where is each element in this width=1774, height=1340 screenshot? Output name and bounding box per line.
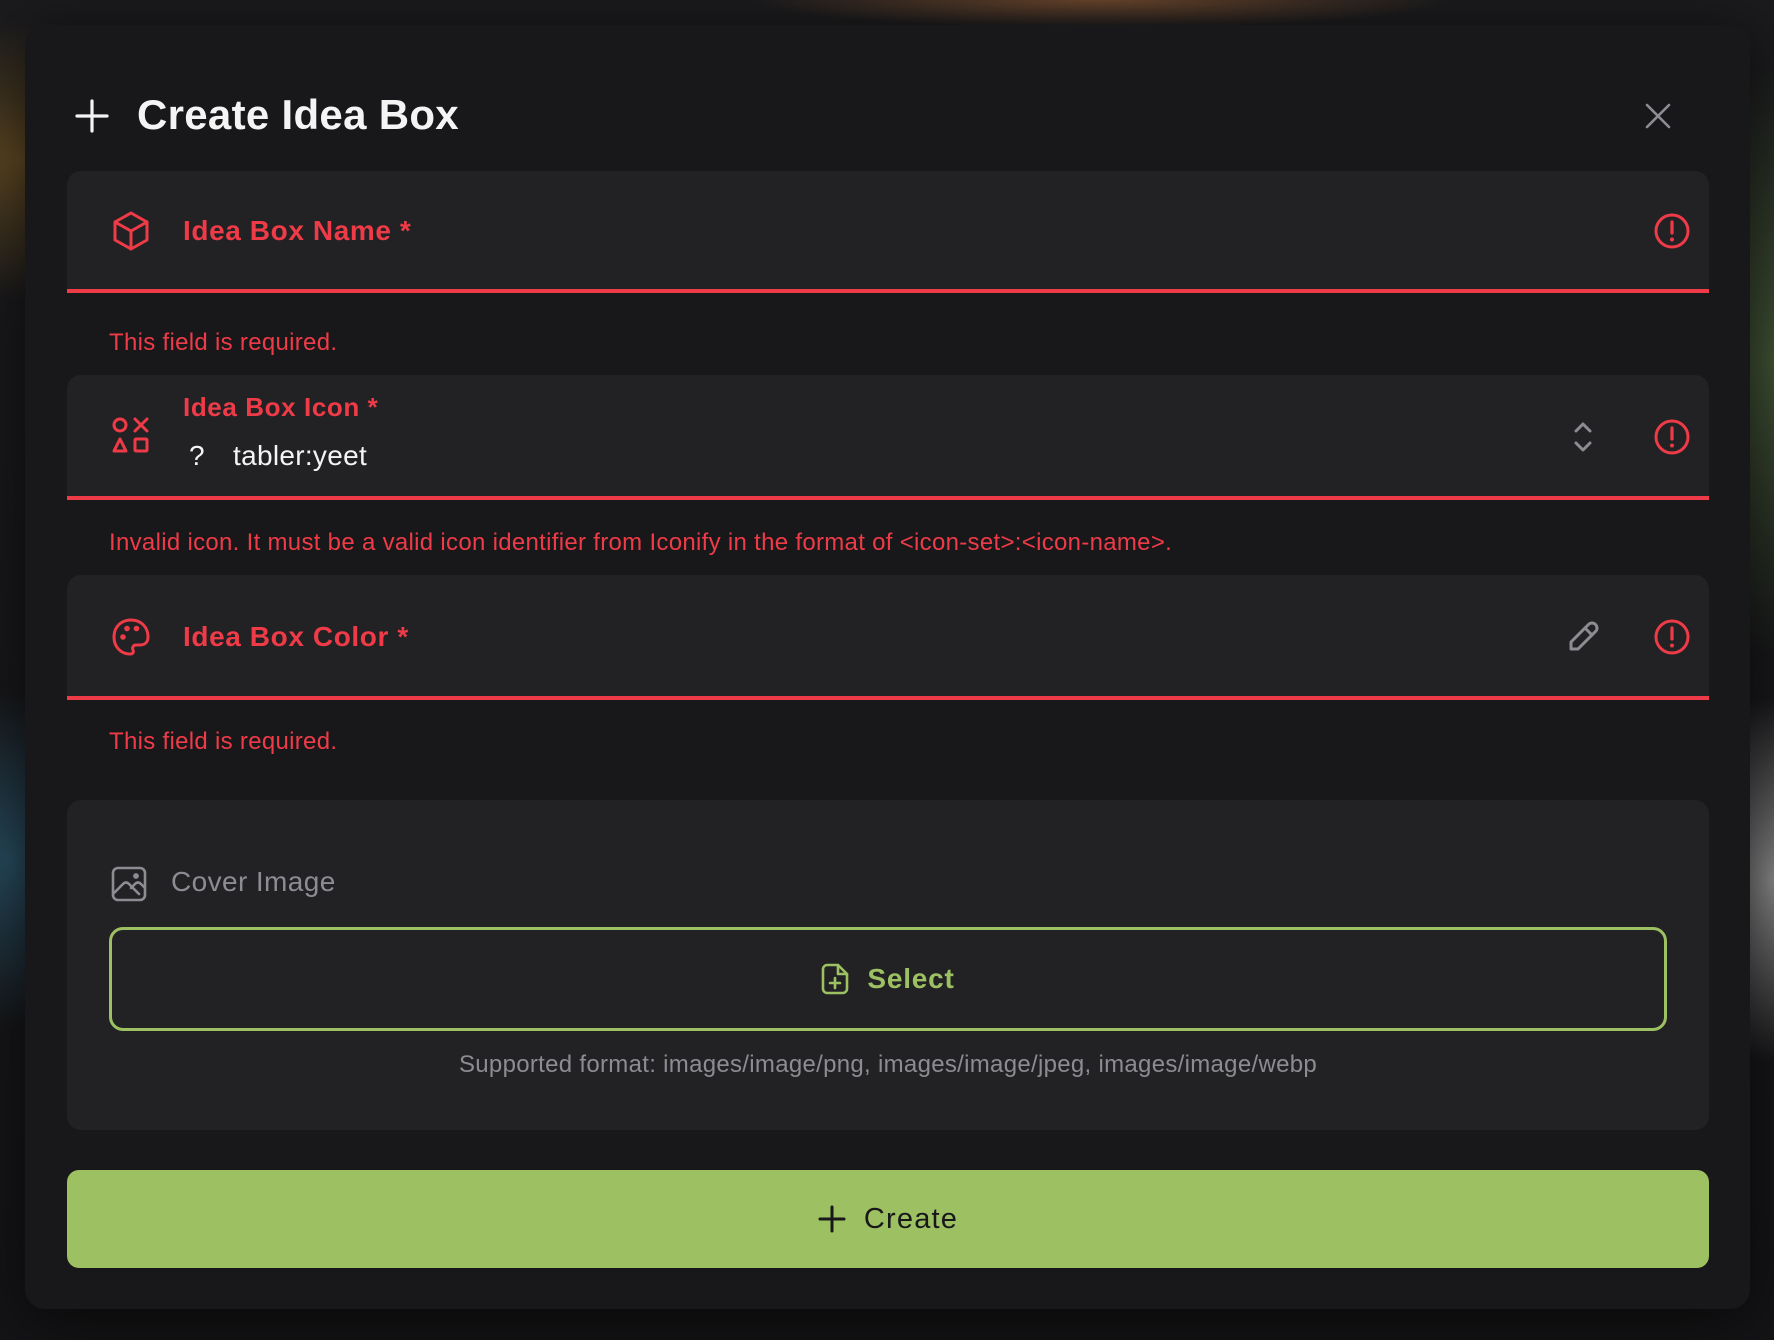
supported-format-hint: Supported format: images/image/png, imag… (458, 1051, 1318, 1078)
idea-box-name-field[interactable]: Idea Box Name * (67, 171, 1709, 293)
select-button-label: Select (867, 963, 955, 994)
idea-box-icon-field[interactable]: Idea Box Icon * ? tabler:yeet (67, 375, 1709, 500)
create-button-label: Create (863, 1202, 959, 1235)
alert-circle-icon (1654, 619, 1690, 655)
field-underline (67, 289, 1709, 293)
color-error-message: This field is required. (109, 728, 338, 755)
file-plus-icon (822, 963, 849, 995)
idea-box-color-field[interactable]: Idea Box Color * (67, 575, 1709, 700)
cover-image-label: Cover Image (171, 866, 336, 897)
eyedropper-icon[interactable] (1563, 617, 1603, 657)
icon-preview-glyph: ? (189, 440, 205, 471)
field-underline (67, 496, 1709, 500)
image-icon (111, 866, 147, 902)
create-idea-box-modal: Create Idea Box Idea Box Name * This fie… (25, 25, 1750, 1309)
icon-error-message: Invalid icon. It must be a valid icon id… (109, 529, 1173, 556)
icon-field-value[interactable]: tabler:yeet (233, 436, 367, 476)
field-label: Idea Box Name * (183, 215, 412, 246)
plus-icon (75, 99, 109, 133)
cube-icon (113, 211, 149, 251)
create-button[interactable]: Create (67, 1170, 1709, 1268)
modal-title: Create Idea Box (137, 91, 459, 138)
field-label: Idea Box Icon * (183, 392, 379, 422)
close-icon[interactable] (1639, 97, 1677, 135)
alert-circle-icon (1654, 213, 1690, 249)
selector-chevrons-icon[interactable] (1563, 417, 1603, 457)
shapes-icon (112, 417, 149, 453)
field-underline (67, 696, 1709, 700)
plus-icon (818, 1205, 846, 1233)
select-file-button[interactable]: Select (109, 927, 1667, 1031)
palette-icon (112, 618, 150, 656)
alert-circle-icon (1654, 419, 1690, 455)
name-error-message: This field is required. (109, 329, 338, 356)
cover-image-section: Cover Image Select Supported format: ima… (67, 800, 1709, 1130)
field-label: Idea Box Color * (183, 621, 409, 652)
